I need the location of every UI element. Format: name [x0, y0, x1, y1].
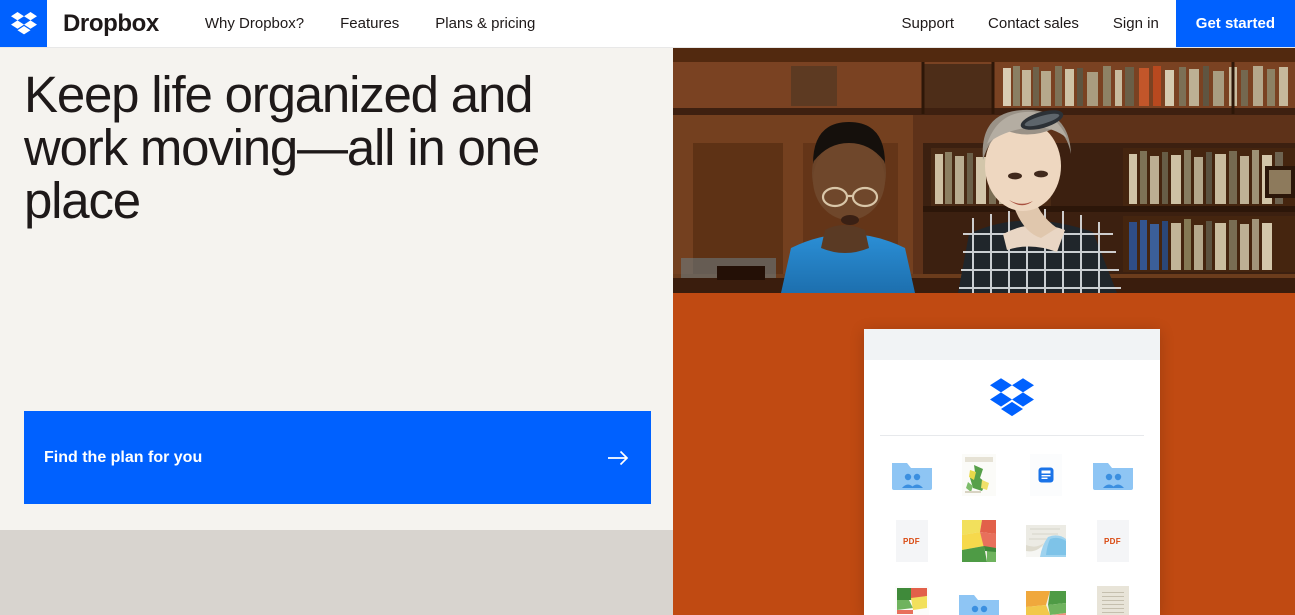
- nav-link-support[interactable]: Support: [884, 0, 971, 47]
- shared-folder-icon: [891, 459, 932, 491]
- nav-link-contact-sales[interactable]: Contact sales: [971, 0, 1096, 47]
- file-item-shared-folder[interactable]: [945, 584, 1012, 615]
- nav-link-plans-pricing[interactable]: Plans & pricing: [417, 0, 553, 47]
- top-navigation-bar: Dropbox Why Dropbox? Features Plans & pr…: [0, 0, 1295, 48]
- map-thumbnail-icon: [1025, 525, 1066, 557]
- file-item-map-document[interactable]: [878, 584, 945, 615]
- map-thumbnail-icon: [961, 454, 996, 496]
- file-grid: PDF PDF: [864, 452, 1160, 615]
- text-lines: [1101, 592, 1124, 615]
- map-thumbnail-icon: [1025, 591, 1066, 615]
- map-thumbnail-icon: [894, 586, 929, 615]
- file-item-text-document[interactable]: [1079, 584, 1146, 615]
- nav-link-features[interactable]: Features: [322, 0, 417, 47]
- device-mockup: PDF PDF: [864, 329, 1160, 615]
- page-title: Keep life organized and work moving—all …: [24, 66, 540, 229]
- brand-name[interactable]: Dropbox: [63, 10, 159, 38]
- shared-folder-icon: [958, 591, 999, 615]
- secondary-nav-links: Support Contact sales Sign in Get starte…: [884, 0, 1295, 47]
- file-item-shared-folder[interactable]: [878, 452, 945, 498]
- primary-nav-links: Why Dropbox? Features Plans & pricing: [187, 0, 553, 47]
- nav-link-sign-in[interactable]: Sign in: [1096, 0, 1176, 47]
- file-item-pdf-document[interactable]: PDF: [1079, 518, 1146, 564]
- file-item-paper-document[interactable]: [1012, 452, 1079, 498]
- file-item-shared-folder[interactable]: [1079, 452, 1146, 498]
- device-divider: [880, 435, 1144, 436]
- get-started-button[interactable]: Get started: [1175, 0, 1295, 47]
- file-item-map-document[interactable]: [1012, 584, 1079, 615]
- paper-document-icon: [1029, 454, 1062, 496]
- device-body: PDF PDF: [864, 360, 1160, 615]
- dropbox-logo-tile[interactable]: [0, 0, 47, 47]
- nav-link-why-dropbox[interactable]: Why Dropbox?: [187, 0, 322, 47]
- text-document-icon: [1096, 586, 1129, 615]
- device-topbar: [864, 329, 1160, 360]
- map-thumbnail-icon: [961, 520, 996, 562]
- find-the-plan-button[interactable]: Find the plan for you: [24, 411, 651, 504]
- hero-left-panel: Keep life organized and work moving—all …: [0, 48, 673, 530]
- device-dropbox-logo-icon: [864, 360, 1160, 435]
- file-item-map-document[interactable]: [1012, 518, 1079, 564]
- file-item-pdf-document[interactable]: PDF: [878, 518, 945, 564]
- hero-bottom-strip: [0, 530, 673, 615]
- shared-folder-icon: [1092, 459, 1133, 491]
- file-item-map-document[interactable]: [945, 452, 1012, 498]
- dropbox-logo-icon: [10, 11, 37, 36]
- pdf-document-icon: PDF: [1096, 520, 1129, 562]
- file-item-map-document[interactable]: [945, 518, 1012, 564]
- pdf-document-icon: PDF: [895, 520, 928, 562]
- arrow-right-icon: [607, 450, 629, 466]
- hero-photo: [673, 48, 1295, 293]
- find-the-plan-label: Find the plan for you: [44, 448, 203, 466]
- hero-right-panel: PDF PDF: [673, 48, 1295, 615]
